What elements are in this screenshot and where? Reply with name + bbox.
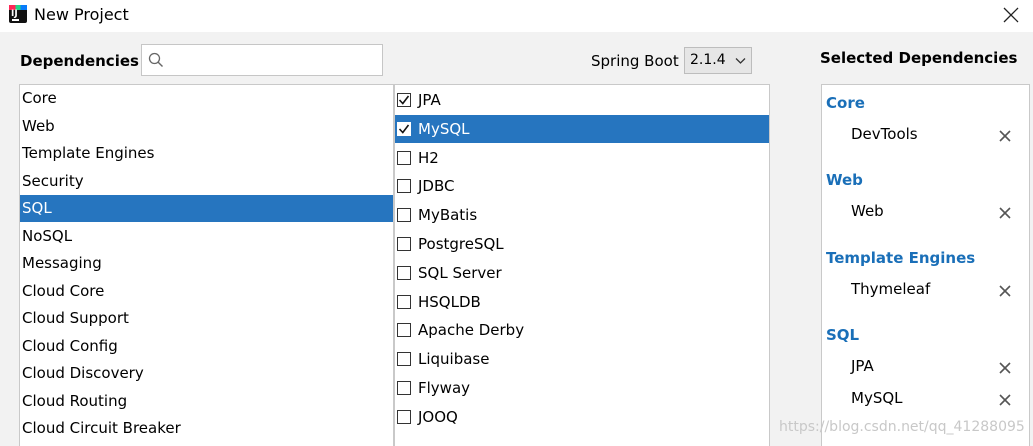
- checkbox[interactable]: [397, 237, 411, 251]
- remove-icon[interactable]: [999, 362, 1011, 374]
- remove-icon[interactable]: [999, 393, 1011, 406]
- remove-icon[interactable]: [999, 285, 1011, 297]
- dependency-label: Flyway: [418, 379, 471, 397]
- category-item[interactable]: NoSQL: [20, 223, 393, 250]
- dependency-item[interactable]: JOOQ: [395, 403, 769, 431]
- category-item[interactable]: Cloud Support: [20, 305, 393, 332]
- dependency-label: Apache Derby: [418, 321, 525, 340]
- checkbox[interactable]: [397, 381, 411, 395]
- dependency-item[interactable]: Liquibase: [395, 345, 769, 373]
- category-item[interactable]: Core: [20, 85, 393, 112]
- checkbox[interactable]: [397, 150, 411, 165]
- selected-dependencies-heading: Selected Dependencies: [820, 49, 1018, 67]
- dependency-label: SQL Server: [418, 263, 502, 282]
- category-item[interactable]: Cloud Core: [20, 278, 393, 305]
- spring-boot-label: Spring Boot: [591, 52, 679, 70]
- dependency-item[interactable]: H2: [395, 144, 769, 172]
- selected-dependencies-panel: Core DevTools Web Web Template Engines Thymel…: [821, 84, 1030, 446]
- dependency-label: JDBC: [418, 177, 455, 196]
- dependency-item[interactable]: JPA: [395, 86, 769, 114]
- dependency-item[interactable]: Flyway: [395, 374, 769, 402]
- intellij-app-icon: IJ: [9, 5, 27, 23]
- search-icon: [148, 52, 163, 67]
- dependency-label: H2: [418, 148, 439, 167]
- dependency-item[interactable]: MyBatis: [395, 201, 769, 229]
- selected-group-heading: SQL: [826, 326, 860, 344]
- selected-group-heading: Web: [826, 171, 863, 189]
- category-item[interactable]: Cloud Discovery: [20, 360, 393, 387]
- category-item[interactable]: Web: [20, 113, 393, 140]
- dependency-label: PostgreSQL: [418, 235, 504, 253]
- dependency-item[interactable]: MySQL: [395, 114, 769, 143]
- dependency-item[interactable]: JDBC: [395, 172, 769, 200]
- spring-boot-version-select[interactable]: 2.1.4: [684, 47, 752, 74]
- spring-boot-version-value: 2.1.4: [690, 52, 726, 68]
- selected-dependency: DevTools: [851, 125, 918, 143]
- checkbox[interactable]: [397, 265, 411, 280]
- checkbox[interactable]: [397, 179, 411, 194]
- dependency-label: MyBatis: [418, 206, 478, 225]
- search-field[interactable]: [141, 44, 383, 76]
- dependency-label: JOOQ: [418, 407, 458, 426]
- selected-dependency: JPA: [851, 357, 874, 375]
- checkbox[interactable]: [397, 323, 411, 338]
- category-item[interactable]: Messaging: [20, 250, 393, 277]
- checkmark-icon: [398, 124, 410, 134]
- dependency-label: HSQLDB: [418, 292, 481, 311]
- category-item[interactable]: Security: [20, 168, 393, 195]
- category-item[interactable]: SQL: [20, 195, 393, 222]
- checkbox[interactable]: [397, 208, 411, 223]
- dependency-item[interactable]: PostgreSQL: [395, 230, 769, 258]
- remove-icon[interactable]: [999, 207, 1011, 219]
- selected-group-heading: Core: [826, 94, 865, 112]
- window-title: New Project: [34, 5, 129, 24]
- chevron-down-icon: [735, 58, 746, 64]
- dependency-item[interactable]: SQL Server: [395, 259, 769, 287]
- checkbox[interactable]: [397, 294, 411, 309]
- selected-dependency: Thymeleaf: [851, 280, 931, 298]
- dependency-label: JPA: [418, 91, 441, 109]
- dependency-label: MySQL: [418, 119, 470, 138]
- dependency-item[interactable]: Apache Derby: [395, 316, 769, 344]
- selected-group-heading: Template Engines: [826, 249, 976, 267]
- selected-dependency: MySQL: [851, 388, 903, 407]
- checkbox[interactable]: [397, 93, 411, 107]
- category-item[interactable]: Template Engines: [20, 140, 393, 167]
- dependency-item[interactable]: HSQLDB: [395, 288, 769, 316]
- checkbox[interactable]: [397, 121, 411, 136]
- close-icon[interactable]: [1001, 5, 1021, 25]
- dependency-list: JPA MySQL H2 JDBC MyBatis PostgreSQL SQL Serve…: [394, 84, 770, 446]
- checkbox[interactable]: [397, 409, 411, 424]
- remove-icon[interactable]: [999, 130, 1011, 142]
- selected-dependency: Web: [851, 202, 884, 220]
- category-list: Core Web Template Engines Security SQL NoSQL M…: [19, 84, 394, 446]
- category-item[interactable]: Cloud Routing: [20, 388, 393, 415]
- dependencies-heading: Dependencies: [20, 52, 139, 70]
- category-item[interactable]: Cloud Circuit Breaker: [20, 415, 393, 442]
- category-item[interactable]: Cloud Config: [20, 333, 393, 360]
- dependency-label: Liquibase: [418, 350, 490, 369]
- title-bar: IJ New Project: [0, 0, 1033, 32]
- checkmark-icon: [398, 95, 410, 105]
- watermark: https://blog.csdn.net/qq_41288095: [779, 419, 1025, 435]
- checkbox[interactable]: [397, 352, 411, 367]
- search-input[interactable]: [168, 48, 378, 72]
